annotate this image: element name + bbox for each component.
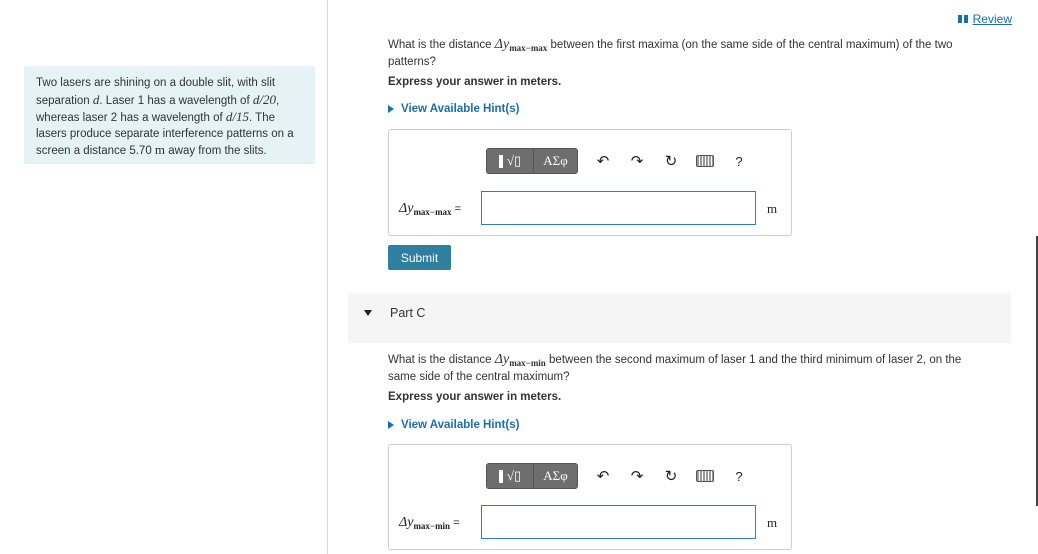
part-b-math-toolbar: √▯ ΑΣφ ↶ ↷ ↻ ? bbox=[486, 148, 756, 174]
part-b-question: What is the distance Δymax−max between t… bbox=[388, 37, 953, 69]
part-b-unit: m bbox=[767, 201, 778, 216]
reset-icon[interactable]: ↻ bbox=[654, 148, 688, 174]
part-c-symbol: Δymax−min bbox=[494, 352, 546, 369]
part-c-question: What is the distance Δymax−min between t… bbox=[388, 352, 962, 384]
collapse-caret-icon bbox=[364, 310, 372, 316]
review-icon bbox=[957, 15, 968, 23]
part-b-answer-box: √▯ ΑΣφ ↶ ↷ ↻ ? Δymax−max = m bbox=[388, 129, 792, 236]
problem-statement: Two lasers are shining on a double slit,… bbox=[24, 66, 315, 164]
expand-arrow-icon bbox=[388, 105, 394, 113]
fraction-root-button[interactable]: √▯ bbox=[486, 148, 533, 174]
part-c-title: Part C bbox=[390, 306, 426, 320]
part-b-symbol: Δymax−max bbox=[494, 37, 548, 54]
part-b-express: Express your answer in meters. bbox=[388, 76, 562, 88]
fraction-icon bbox=[498, 469, 503, 483]
review-label: Review bbox=[972, 12, 1012, 26]
greek-symbols-button[interactable]: ΑΣφ bbox=[533, 463, 578, 489]
part-c-math-toolbar: √▯ ΑΣφ ↶ ↷ ↻ ? bbox=[486, 463, 756, 489]
keyboard-icon bbox=[696, 470, 714, 482]
part-b-hint-toggle[interactable]: View Available Hint(s) bbox=[388, 103, 519, 115]
part-c-unit: m bbox=[767, 515, 778, 530]
redo-icon[interactable]: ↷ bbox=[620, 463, 654, 489]
greek-symbols-button[interactable]: ΑΣφ bbox=[533, 148, 578, 174]
help-icon[interactable]: ? bbox=[722, 148, 756, 174]
part-c-equation-label: Δymax−min = bbox=[399, 515, 460, 531]
part-c-answer-input[interactable] bbox=[481, 505, 756, 539]
keyboard-button[interactable] bbox=[688, 148, 722, 174]
keyboard-button[interactable] bbox=[688, 463, 722, 489]
part-c-express: Express your answer in meters. bbox=[388, 391, 562, 403]
reset-icon[interactable]: ↻ bbox=[654, 463, 688, 489]
redo-icon[interactable]: ↷ bbox=[620, 148, 654, 174]
fraction-icon bbox=[498, 154, 503, 168]
undo-icon[interactable]: ↶ bbox=[586, 463, 620, 489]
fraction-root-button[interactable]: √▯ bbox=[486, 463, 533, 489]
part-c-answer-box: √▯ ΑΣφ ↶ ↷ ↻ ? Δymax−min = m bbox=[388, 444, 792, 550]
review-link[interactable]: Review bbox=[957, 12, 1012, 26]
undo-icon[interactable]: ↶ bbox=[586, 148, 620, 174]
keyboard-icon bbox=[696, 155, 714, 167]
submit-button[interactable]: Submit bbox=[388, 245, 451, 270]
part-c-header[interactable]: Part C bbox=[348, 293, 1011, 343]
expand-arrow-icon bbox=[388, 421, 394, 429]
part-b-answer-input[interactable] bbox=[481, 191, 756, 225]
help-icon[interactable]: ? bbox=[722, 463, 756, 489]
part-b-equation-label: Δymax−max = bbox=[399, 201, 461, 217]
part-c-hint-toggle[interactable]: View Available Hint(s) bbox=[388, 419, 519, 431]
problem-panel: Two lasers are shining on a double slit,… bbox=[0, 0, 328, 554]
